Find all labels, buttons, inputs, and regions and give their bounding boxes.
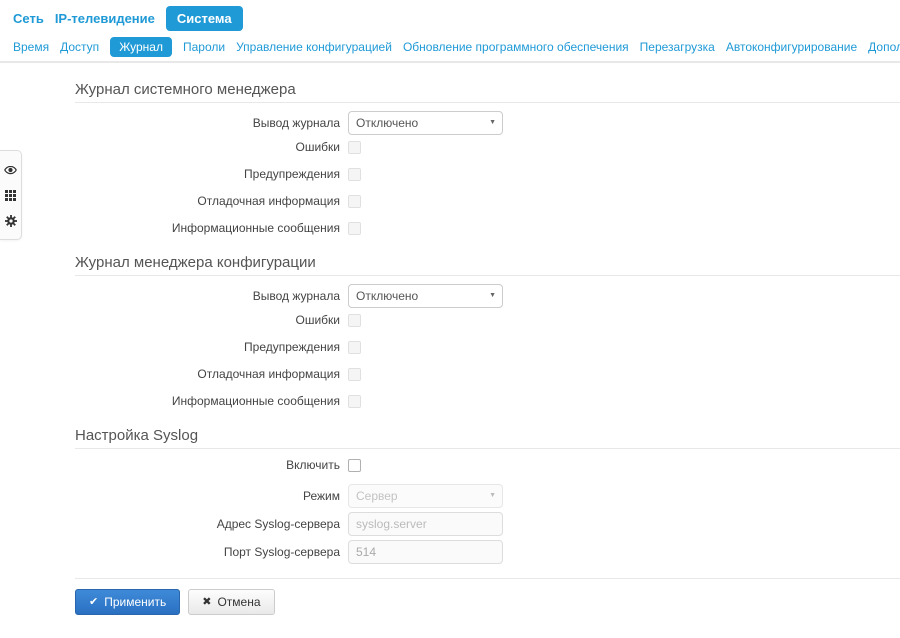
apply-button-label: Применить <box>104 595 167 609</box>
select-wrapper: Сервер <box>348 484 503 508</box>
field-label: Информационные сообщения <box>171 221 340 235</box>
form-row: Информационные сообщения <box>75 393 900 409</box>
secondary-nav-item-5[interactable]: Обновление программного обеспечения <box>403 37 629 57</box>
gear-icon[interactable] <box>4 214 18 228</box>
form-row: Вывод журнала Отключено <box>75 284 900 308</box>
form-select: Сервер <box>348 484 503 508</box>
primary-nav-item-1[interactable]: IP-телевидение <box>55 6 155 31</box>
field-label: Адрес Syslog-сервера <box>216 517 340 531</box>
form-checkbox <box>348 140 361 154</box>
form-row: Отладочная информация <box>75 193 900 209</box>
form-checkbox <box>348 394 361 408</box>
form-input <box>348 512 503 536</box>
form-row: Включить <box>75 457 900 473</box>
field-label: Режим <box>303 489 340 503</box>
section-divider <box>75 275 900 276</box>
select-wrapper: Отключено <box>348 284 503 308</box>
form-row: Режим Сервер <box>75 484 900 508</box>
footer-divider <box>75 578 900 579</box>
form-select[interactable]: Отключено <box>348 111 503 135</box>
form-row: Ошибки <box>75 312 900 328</box>
form-input <box>348 540 503 564</box>
form-checkbox <box>348 367 361 381</box>
secondary-nav-item-0[interactable]: Время <box>13 37 49 57</box>
form-checkbox <box>348 340 361 354</box>
secondary-nav-item-3[interactable]: Пароли <box>183 37 225 57</box>
form-select[interactable]: Отключено <box>348 284 503 308</box>
section-title: Настройка Syslog <box>75 427 199 444</box>
grid-icon[interactable] <box>4 188 18 202</box>
apply-button[interactable]: ✔ Применить <box>75 589 181 615</box>
form-row: Адрес Syslog-сервера <box>75 512 900 536</box>
select-wrapper: Отключено <box>348 111 503 135</box>
form-checkbox <box>348 167 361 181</box>
eye-icon[interactable] <box>4 163 18 177</box>
form-checkbox <box>348 194 361 208</box>
cancel-button[interactable]: ✖ Отмена <box>188 589 275 615</box>
form-row: Информационные сообщения <box>75 220 900 236</box>
section-title: Журнал системного менеджера <box>75 81 296 98</box>
secondary-nav-item-7[interactable]: Автоконфигурирование <box>726 37 857 57</box>
section-divider <box>75 102 900 103</box>
form-checkbox[interactable] <box>348 458 361 472</box>
secondary-nav-item-2[interactable]: Журнал <box>110 36 172 57</box>
field-label: Вывод журнала <box>252 116 340 130</box>
primary-nav-item-0[interactable]: Сеть <box>13 6 44 31</box>
form-checkbox <box>348 221 361 235</box>
side-toolbar <box>0 150 22 240</box>
field-label: Информационные сообщения <box>171 394 340 408</box>
field-label: Порт Syslog-сервера <box>223 545 340 559</box>
footer-buttons: ✔ Применить ✖ Отмена <box>75 589 900 615</box>
form-row: Вывод журнала Отключено <box>75 111 900 135</box>
secondary-nav-item-1[interactable]: Доступ <box>60 37 99 57</box>
secondary-nav-item-4[interactable]: Управление конфигурацией <box>236 37 392 57</box>
section-title: Журнал менеджера конфигурации <box>75 254 316 271</box>
field-label: Предупреждения <box>244 340 340 354</box>
form-row: Порт Syslog-сервера <box>75 540 900 564</box>
secondary-nav-item-8[interactable]: Дополнительные настройки <box>868 37 900 57</box>
footer: ✔ Применить ✖ Отмена <box>75 578 900 615</box>
field-label: Отладочная информация <box>197 367 340 381</box>
form-row: Предупреждения <box>75 166 900 182</box>
main-content: Журнал системного менеджера Вывод журнала… <box>75 81 900 564</box>
field-label: Отладочная информация <box>197 194 340 208</box>
top-navigation: Сеть IP-телевидение Система Время Доступ Жур… <box>0 0 900 63</box>
check-icon: ✔ <box>89 596 99 608</box>
field-label: Предупреждения <box>244 167 340 181</box>
section-divider <box>75 448 900 449</box>
field-label: Ошибки <box>295 313 341 327</box>
field-label: Включить <box>286 458 340 472</box>
x-icon: ✖ <box>202 596 212 608</box>
cancel-button-label: Отмена <box>217 595 261 609</box>
field-label: Ошибки <box>295 140 341 154</box>
secondary-nav-item-6[interactable]: Перезагрузка <box>640 37 715 57</box>
form-row: Ошибки <box>75 139 900 155</box>
primary-nav: Сеть IP-телевидение Система <box>13 4 900 32</box>
field-label: Вывод журнала <box>252 289 340 303</box>
form-row: Предупреждения <box>75 339 900 355</box>
primary-nav-item-2[interactable]: Система <box>165 5 243 31</box>
form-row: Отладочная информация <box>75 366 900 382</box>
form-checkbox <box>348 313 361 327</box>
secondary-nav: Время Доступ Журнал Пароли Управление конфиг… <box>13 34 900 61</box>
